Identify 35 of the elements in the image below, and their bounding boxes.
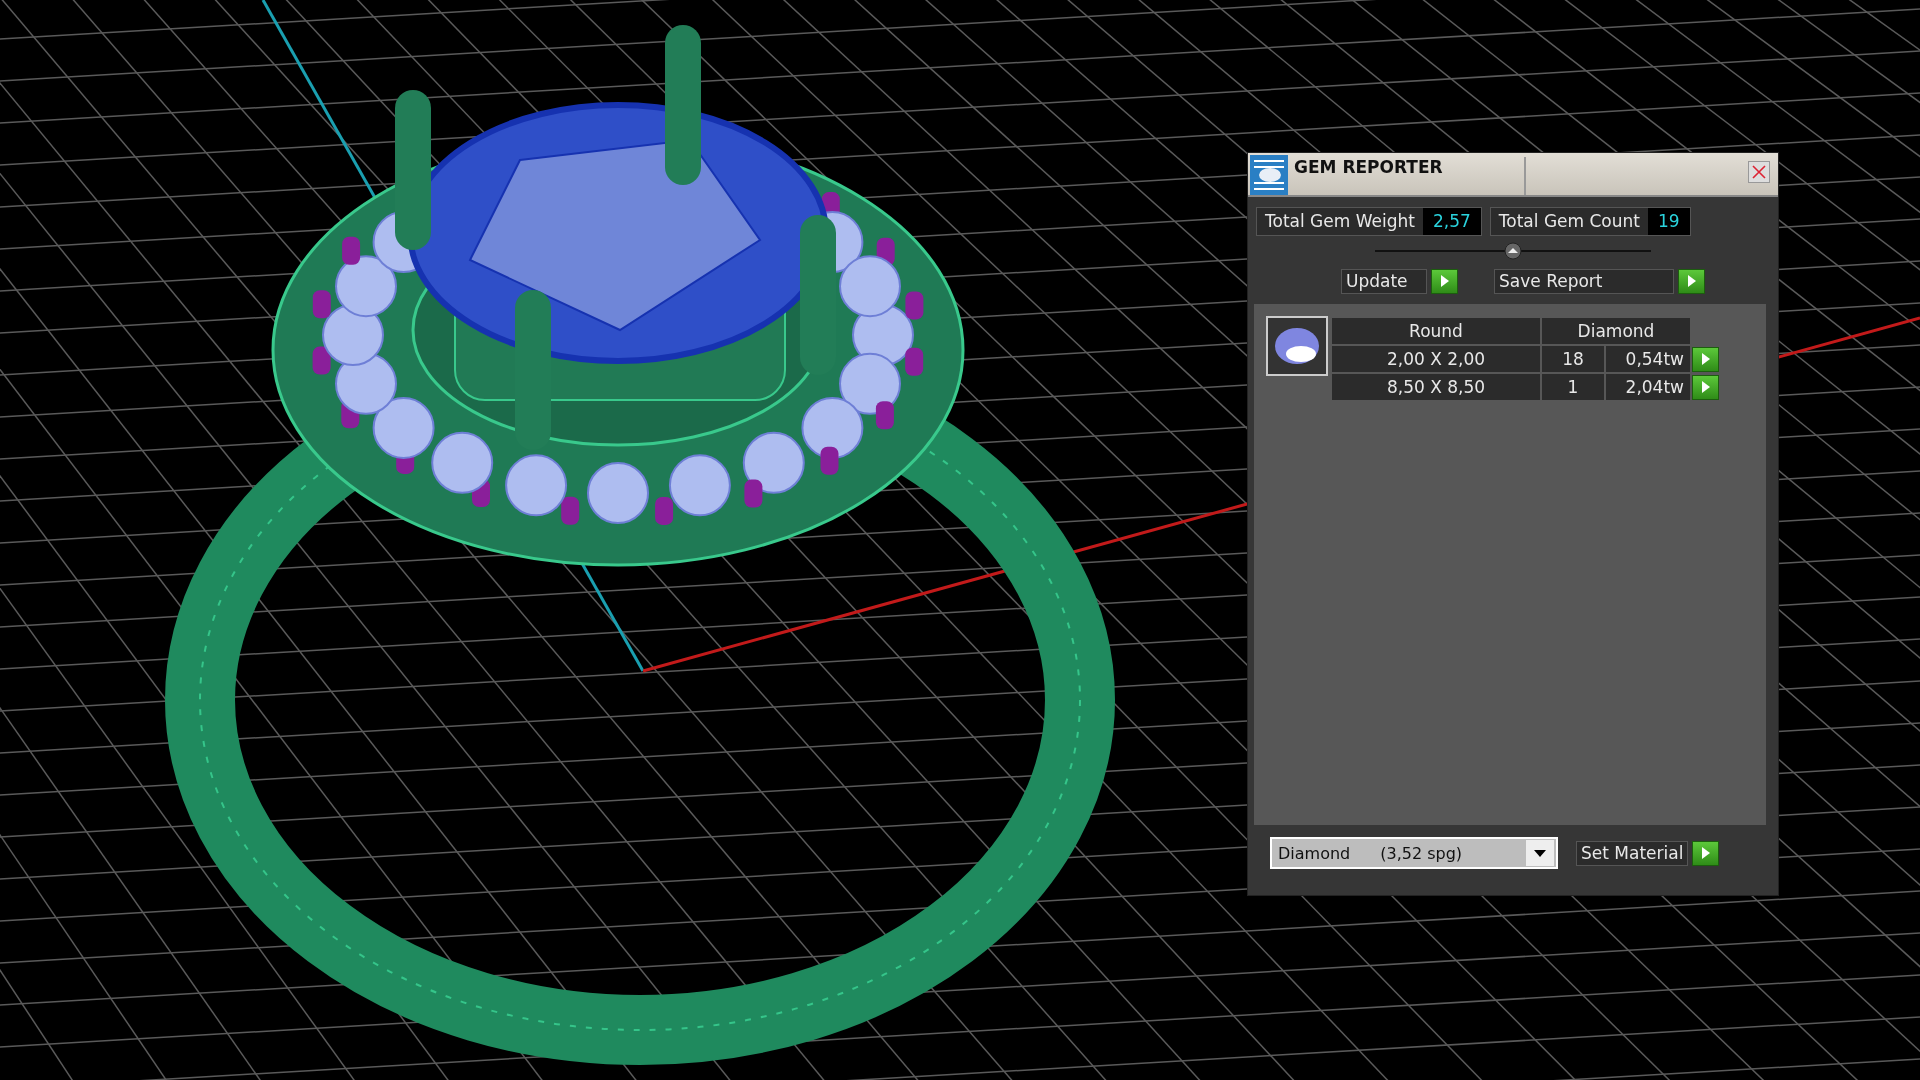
- gem-icon: [1273, 326, 1321, 366]
- play-icon: [1701, 353, 1710, 365]
- table-cell: 2,04tw: [1606, 374, 1690, 400]
- total-label: Total Gem Count: [1497, 210, 1641, 233]
- material-dropdown[interactable]: Diamond (3,52 spg): [1270, 837, 1558, 869]
- total-value: 19: [1648, 208, 1690, 235]
- table-cell: 0,54tw: [1606, 346, 1690, 372]
- table-cell: 1: [1542, 374, 1604, 400]
- play-icon: [1701, 847, 1710, 859]
- play-icon: [1701, 381, 1710, 393]
- run-button[interactable]: [1692, 840, 1720, 866]
- close-button[interactable]: [1748, 161, 1770, 183]
- table-cell: 2,00 X 2,00: [1332, 346, 1540, 372]
- run-button[interactable]: [1431, 268, 1458, 294]
- action-button[interactable]: Save Report: [1494, 268, 1674, 294]
- total-label: Total Gem Weight: [1264, 210, 1416, 233]
- play-icon: [1687, 275, 1696, 287]
- window-title: GEM REPORTER: [1294, 157, 1526, 195]
- material-density: (3,52 spg): [1380, 843, 1463, 863]
- table-cell: 18: [1542, 346, 1604, 372]
- report-icon: [1250, 155, 1288, 195]
- table-cell: 8,50 X 8,50: [1332, 374, 1540, 400]
- set-material-button[interactable]: Set Material: [1576, 840, 1689, 866]
- caret-icon: [1534, 849, 1546, 857]
- run-button[interactable]: [1692, 374, 1719, 400]
- total-value: 2,57: [1422, 208, 1481, 235]
- run-button[interactable]: [1678, 268, 1705, 294]
- column-header: Diamond: [1542, 318, 1690, 344]
- close-icon: [1752, 165, 1766, 179]
- material-name: Diamond: [1278, 843, 1351, 863]
- play-icon: [1440, 275, 1449, 287]
- column-header: Round: [1332, 318, 1540, 344]
- collapse-handle-drawing[interactable]: [1375, 242, 1651, 260]
- action-button[interactable]: Update: [1341, 268, 1427, 294]
- run-button[interactable]: [1692, 346, 1719, 372]
